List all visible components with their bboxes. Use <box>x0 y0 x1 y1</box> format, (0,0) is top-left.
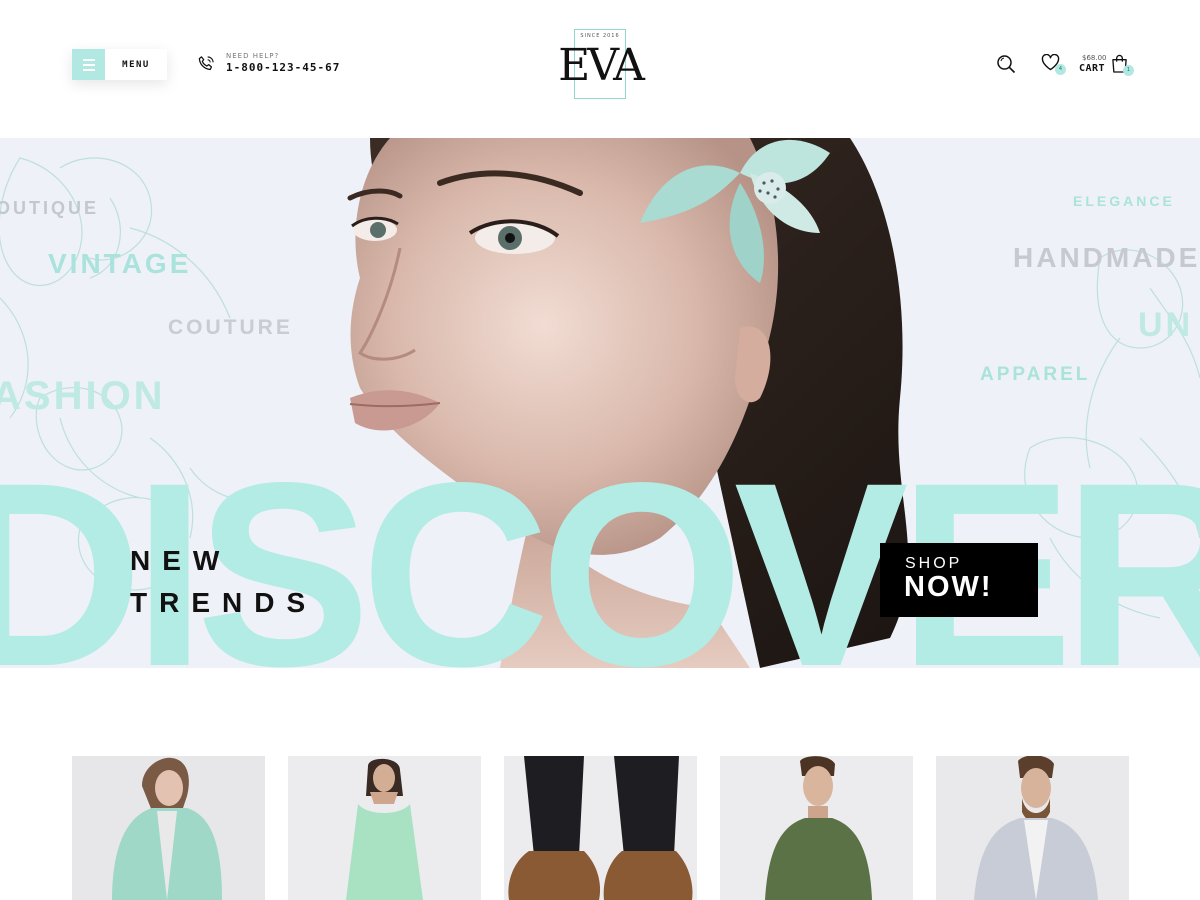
shop-now-bottom: NOW! <box>904 571 993 603</box>
cart-price: $68.00 <box>1082 54 1107 62</box>
menu-label: MENU <box>122 59 150 70</box>
phone-icon <box>198 55 214 70</box>
bg-word-boutique: OUTIQUE <box>0 198 100 218</box>
hero-headline: NEW TRENDS <box>130 540 317 624</box>
logo[interactable]: SINCE 2016 EVA <box>552 29 648 101</box>
bg-word-couture: COUTURE <box>168 316 293 339</box>
site-header: MENU NEED HELP? 1-800-123-45-67 SINCE 20… <box>0 0 1200 138</box>
wishlist-count-badge: 4 <box>1055 64 1066 75</box>
product-card-boots[interactable] <box>504 756 697 900</box>
phone-number[interactable]: 1-800-123-45-67 <box>226 61 340 75</box>
cart-label: CART <box>1079 63 1106 74</box>
logo-since: SINCE 2016 <box>577 33 623 39</box>
wishlist-button[interactable]: 4 <box>1041 53 1067 75</box>
help-label: NEED HELP? <box>226 52 280 60</box>
product-image-coat <box>112 757 222 900</box>
menu-button[interactable]: MENU <box>72 49 167 80</box>
headline-line-1: NEW <box>130 545 232 576</box>
logo-text: EVA <box>558 40 645 91</box>
product-card-mint-coat[interactable] <box>72 756 265 900</box>
bg-word-handmade: HANDMADE <box>1013 242 1200 273</box>
bg-word-vintage: VINTAGE <box>48 248 192 279</box>
product-image-dress <box>346 758 423 900</box>
product-card-mint-dress[interactable] <box>288 756 481 900</box>
headline-line-2: TRENDS <box>130 587 318 618</box>
search-icon[interactable] <box>996 54 1016 74</box>
help-contact: NEED HELP? 1-800-123-45-67 <box>196 52 340 75</box>
hamburger-icon <box>72 49 105 80</box>
product-image-blazer <box>974 756 1098 900</box>
cart-count-badge: 1 <box>1123 65 1134 76</box>
bg-word-elegance: ELEGANCE <box>1073 193 1175 209</box>
bg-word-apparel: APPAREL <box>980 364 1091 385</box>
product-card-green-shirt[interactable] <box>720 756 913 900</box>
shop-now-button[interactable]: SHOP NOW! <box>880 543 1038 617</box>
bg-word-unique: UN <box>1138 306 1194 344</box>
product-image-boots <box>508 756 693 900</box>
product-card-grey-blazer[interactable] <box>936 756 1129 900</box>
bg-word-fashion: ASHION <box>0 374 166 418</box>
cart-button[interactable]: $68.00 CART 1 <box>1078 52 1138 78</box>
product-image-shirt <box>765 756 872 900</box>
